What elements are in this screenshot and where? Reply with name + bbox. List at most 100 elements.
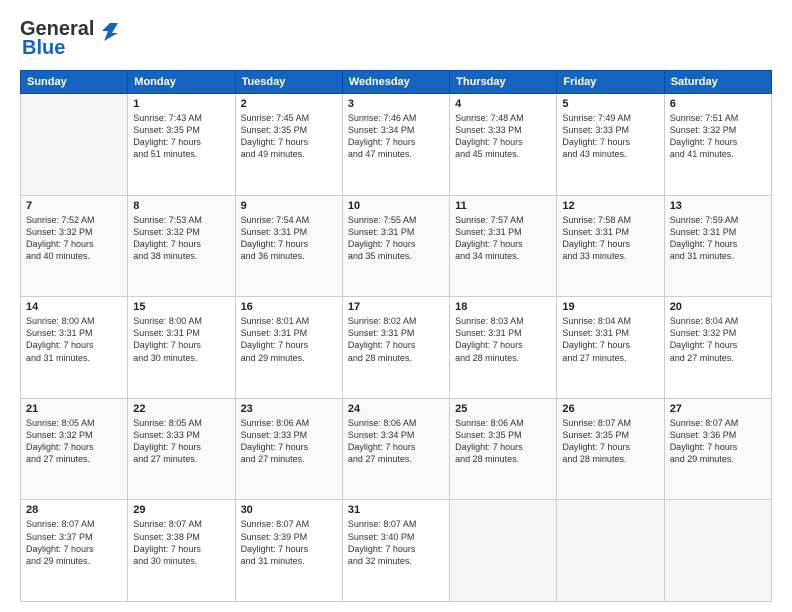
calendar-cell: 26 Sunrise: 8:07 AM Sunset: 3:35 PM Dayli… — [557, 398, 664, 500]
day-info: Sunrise: 7:51 AM Sunset: 3:32 PM Dayligh… — [670, 112, 766, 161]
day-info: Sunrise: 8:00 AM Sunset: 3:31 PM Dayligh… — [26, 315, 122, 364]
day-info: Sunrise: 8:07 AM Sunset: 3:40 PM Dayligh… — [348, 518, 444, 567]
calendar-cell: 10 Sunrise: 7:55 AM Sunset: 3:31 PM Dayli… — [342, 195, 449, 297]
day-info: Sunrise: 7:48 AM Sunset: 3:33 PM Dayligh… — [455, 112, 551, 161]
day-info: Sunrise: 8:02 AM Sunset: 3:31 PM Dayligh… — [348, 315, 444, 364]
day-info: Sunrise: 7:46 AM Sunset: 3:34 PM Dayligh… — [348, 112, 444, 161]
day-number: 12 — [562, 200, 658, 212]
day-info: Sunrise: 7:54 AM Sunset: 3:31 PM Dayligh… — [241, 214, 337, 263]
day-info: Sunrise: 8:01 AM Sunset: 3:31 PM Dayligh… — [241, 315, 337, 364]
day-info: Sunrise: 7:43 AM Sunset: 3:35 PM Dayligh… — [133, 112, 229, 161]
day-info: Sunrise: 8:06 AM Sunset: 3:34 PM Dayligh… — [348, 417, 444, 466]
day-number: 21 — [26, 403, 122, 415]
day-number: 22 — [133, 403, 229, 415]
day-number: 20 — [670, 301, 766, 313]
day-info: Sunrise: 7:58 AM Sunset: 3:31 PM Dayligh… — [562, 214, 658, 263]
calendar-week-row: 14Sunrise: 8:00 AM Sunset: 3:31 PM Dayli… — [21, 297, 772, 399]
calendar-week-row: 1 Sunrise: 7:43 AM Sunset: 3:35 PM Daylig… — [21, 94, 772, 196]
day-number: 29 — [133, 504, 229, 516]
day-info: Sunrise: 8:07 AM Sunset: 3:39 PM Dayligh… — [241, 518, 337, 567]
day-number: 8 — [133, 200, 229, 212]
calendar-cell: 3 Sunrise: 7:46 AM Sunset: 3:34 PM Daylig… — [342, 94, 449, 196]
day-info: Sunrise: 7:53 AM Sunset: 3:32 PM Dayligh… — [133, 214, 229, 263]
calendar-cell: 9Sunrise: 7:54 AM Sunset: 3:31 PM Daylig… — [235, 195, 342, 297]
calendar-header-monday: Monday — [128, 71, 235, 94]
day-info: Sunrise: 8:07 AM Sunset: 3:38 PM Dayligh… — [133, 518, 229, 567]
calendar-cell: 18Sunrise: 8:03 AM Sunset: 3:31 PM Dayli… — [450, 297, 557, 399]
calendar-cell — [664, 500, 771, 602]
calendar-cell: 13 Sunrise: 7:59 AM Sunset: 3:31 PM Dayli… — [664, 195, 771, 297]
day-number: 30 — [241, 504, 337, 516]
day-info: Sunrise: 8:00 AM Sunset: 3:31 PM Dayligh… — [133, 315, 229, 364]
calendar-week-row: 21 Sunrise: 8:05 AM Sunset: 3:32 PM Dayli… — [21, 398, 772, 500]
calendar-cell — [450, 500, 557, 602]
calendar-cell: 29 Sunrise: 8:07 AM Sunset: 3:38 PM Dayli… — [128, 500, 235, 602]
day-number: 31 — [348, 504, 444, 516]
day-number: 11 — [455, 200, 551, 212]
calendar-header-saturday: Saturday — [664, 71, 771, 94]
calendar-cell: 28Sunrise: 8:07 AM Sunset: 3:37 PM Dayli… — [21, 500, 128, 602]
calendar-header-row: SundayMondayTuesdayWednesdayThursdayFrid… — [21, 71, 772, 94]
calendar-cell: 16 Sunrise: 8:01 AM Sunset: 3:31 PM Dayli… — [235, 297, 342, 399]
calendar-week-row: 7 Sunrise: 7:52 AM Sunset: 3:32 PM Daylig… — [21, 195, 772, 297]
logo-blue-text: Blue — [22, 37, 65, 60]
day-number: 10 — [348, 200, 444, 212]
header: General Blue — [20, 18, 772, 60]
calendar-cell — [21, 94, 128, 196]
calendar-cell: 30 Sunrise: 8:07 AM Sunset: 3:39 PM Dayli… — [235, 500, 342, 602]
day-number: 4 — [455, 98, 551, 110]
day-info: Sunrise: 8:07 AM Sunset: 3:37 PM Dayligh… — [26, 518, 122, 567]
day-info: Sunrise: 7:55 AM Sunset: 3:31 PM Dayligh… — [348, 214, 444, 263]
calendar-cell: 12 Sunrise: 7:58 AM Sunset: 3:31 PM Dayli… — [557, 195, 664, 297]
calendar-cell: 23Sunrise: 8:06 AM Sunset: 3:33 PM Dayli… — [235, 398, 342, 500]
calendar-week-row: 28Sunrise: 8:07 AM Sunset: 3:37 PM Dayli… — [21, 500, 772, 602]
day-number: 19 — [562, 301, 658, 313]
day-number: 27 — [670, 403, 766, 415]
day-number: 15 — [133, 301, 229, 313]
day-info: Sunrise: 8:07 AM Sunset: 3:35 PM Dayligh… — [562, 417, 658, 466]
calendar-cell: 4 Sunrise: 7:48 AM Sunset: 3:33 PM Daylig… — [450, 94, 557, 196]
calendar-cell: 14Sunrise: 8:00 AM Sunset: 3:31 PM Dayli… — [21, 297, 128, 399]
calendar-header-wednesday: Wednesday — [342, 71, 449, 94]
day-info: Sunrise: 8:03 AM Sunset: 3:31 PM Dayligh… — [455, 315, 551, 364]
day-info: Sunrise: 7:59 AM Sunset: 3:31 PM Dayligh… — [670, 214, 766, 263]
day-number: 3 — [348, 98, 444, 110]
calendar-cell: 25Sunrise: 8:06 AM Sunset: 3:35 PM Dayli… — [450, 398, 557, 500]
calendar-header-sunday: Sunday — [21, 71, 128, 94]
calendar-table: SundayMondayTuesdayWednesdayThursdayFrid… — [20, 70, 772, 602]
calendar-cell: 27 Sunrise: 8:07 AM Sunset: 3:36 PM Dayli… — [664, 398, 771, 500]
calendar-header-tuesday: Tuesday — [235, 71, 342, 94]
calendar-cell: 2Sunrise: 7:45 AM Sunset: 3:35 PM Daylig… — [235, 94, 342, 196]
day-info: Sunrise: 8:04 AM Sunset: 3:32 PM Dayligh… — [670, 315, 766, 364]
logo-icon — [96, 19, 118, 41]
calendar-cell: 5 Sunrise: 7:49 AM Sunset: 3:33 PM Daylig… — [557, 94, 664, 196]
day-number: 1 — [133, 98, 229, 110]
day-number: 7 — [26, 200, 122, 212]
calendar-cell: 6 Sunrise: 7:51 AM Sunset: 3:32 PM Daylig… — [664, 94, 771, 196]
calendar-cell: 1 Sunrise: 7:43 AM Sunset: 3:35 PM Daylig… — [128, 94, 235, 196]
day-info: Sunrise: 8:05 AM Sunset: 3:33 PM Dayligh… — [133, 417, 229, 466]
day-info: Sunrise: 7:57 AM Sunset: 3:31 PM Dayligh… — [455, 214, 551, 263]
calendar-cell: 31 Sunrise: 8:07 AM Sunset: 3:40 PM Dayli… — [342, 500, 449, 602]
day-number: 16 — [241, 301, 337, 313]
calendar-cell — [557, 500, 664, 602]
day-number: 5 — [562, 98, 658, 110]
calendar-cell: 22 Sunrise: 8:05 AM Sunset: 3:33 PM Dayli… — [128, 398, 235, 500]
day-number: 26 — [562, 403, 658, 415]
calendar-header-friday: Friday — [557, 71, 664, 94]
day-number: 23 — [241, 403, 337, 415]
day-number: 13 — [670, 200, 766, 212]
calendar-cell: 11 Sunrise: 7:57 AM Sunset: 3:31 PM Dayli… — [450, 195, 557, 297]
calendar-cell: 24 Sunrise: 8:06 AM Sunset: 3:34 PM Dayli… — [342, 398, 449, 500]
day-info: Sunrise: 8:05 AM Sunset: 3:32 PM Dayligh… — [26, 417, 122, 466]
day-info: Sunrise: 7:49 AM Sunset: 3:33 PM Dayligh… — [562, 112, 658, 161]
page: General Blue SundayMondayTuesdayWednesda… — [0, 0, 792, 612]
day-number: 24 — [348, 403, 444, 415]
logo: General Blue — [20, 18, 118, 60]
calendar-cell: 21 Sunrise: 8:05 AM Sunset: 3:32 PM Dayli… — [21, 398, 128, 500]
calendar-cell: 7 Sunrise: 7:52 AM Sunset: 3:32 PM Daylig… — [21, 195, 128, 297]
day-info: Sunrise: 8:04 AM Sunset: 3:31 PM Dayligh… — [562, 315, 658, 364]
day-info: Sunrise: 7:52 AM Sunset: 3:32 PM Dayligh… — [26, 214, 122, 263]
day-info: Sunrise: 8:07 AM Sunset: 3:36 PM Dayligh… — [670, 417, 766, 466]
day-number: 6 — [670, 98, 766, 110]
